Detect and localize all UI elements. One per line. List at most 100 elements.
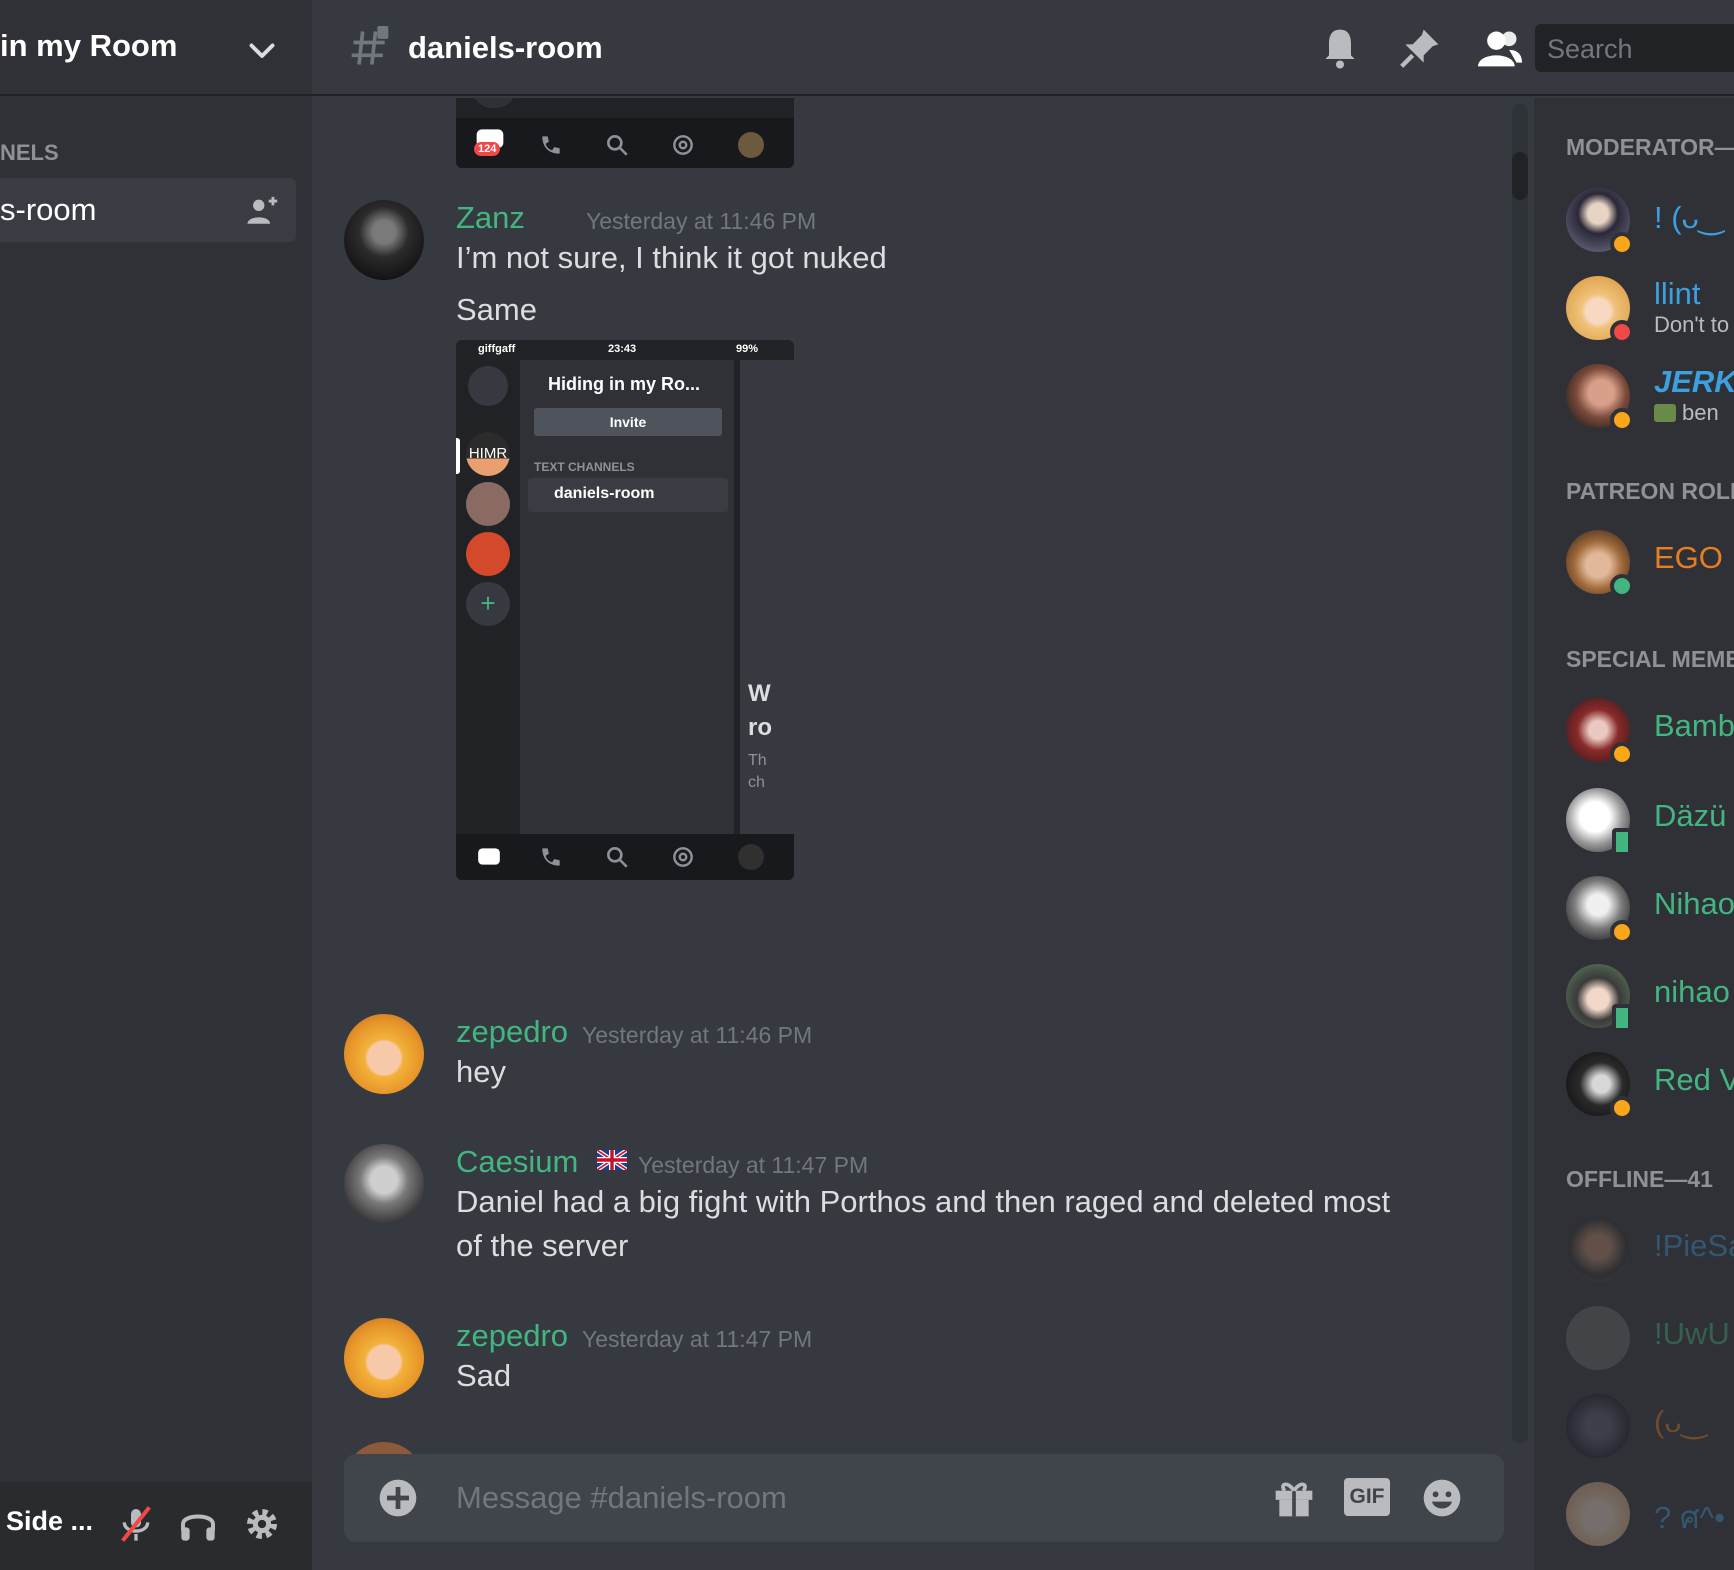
member-item[interactable]: Red V [1566,1052,1734,1120]
member-name: llint [1654,276,1701,311]
server-name: in my Room [0,28,178,63]
settings-gear-icon[interactable] [242,1504,282,1544]
embedded-image-previous[interactable]: Za 124 [456,98,794,168]
member-name: JERK [1654,364,1734,399]
member-name: nihao [1654,974,1730,1009]
idle-status-icon [1610,920,1634,944]
embedded-avatar-remnant [472,98,516,108]
server-icon-himr: HIMR [466,432,510,476]
emoji-icon[interactable] [1420,1476,1464,1520]
avatar-zepedro[interactable] [344,1014,424,1094]
embedded-text-channels-label: TEXT CHANNELS [534,460,635,474]
member-item-offline[interactable]: (ᴗ‿ [1566,1394,1734,1458]
gift-icon[interactable] [1272,1476,1316,1520]
member-name: Red V [1654,1062,1734,1097]
chat-scrollbar[interactable] [1512,104,1528,1444]
pin-icon[interactable] [1398,26,1442,70]
mobile-status-icon [1612,828,1632,856]
invite-user-icon[interactable] [246,194,280,228]
selected-server-pill [456,438,460,474]
channel-sidebar: in my Room NELS s-room Side ... [0,0,312,1570]
embedded-partial-text: ch [748,774,765,791]
bell-icon[interactable] [1318,26,1362,70]
chat-scrollbar-thumb[interactable] [1512,152,1528,200]
server-icon [466,482,510,526]
avatar-caesium[interactable] [344,1144,424,1224]
avatar-zepedro[interactable] [344,1318,424,1398]
idle-status-icon [1610,742,1634,766]
idle-status-icon [1610,408,1634,432]
channel-category-label[interactable]: NELS [0,140,59,166]
member-item[interactable]: Bamb [1566,698,1734,766]
embedded-server-title: Hiding in my Ro... [548,374,700,394]
phone-icon [542,848,560,866]
server-rail: HIMR + [456,360,520,834]
channel-item-daniels-room[interactable]: s-room [0,178,296,242]
message-timestamp: Yesterday at 11:47 PM [582,1326,813,1352]
member-custom-status-text: ben [1682,400,1719,425]
member-name: Däzü [1654,798,1727,833]
mention-icon [673,135,693,155]
member-name: EGO [1654,540,1723,575]
member-item-offline[interactable]: !PieSa [1566,1218,1734,1282]
message-author[interactable]: zepedro [456,1014,568,1050]
dm-icon [468,366,508,406]
add-attachment-icon[interactable] [376,1476,420,1520]
embedded-channel-name: daniels-room [554,485,655,502]
message-author[interactable]: zepedro [456,1318,568,1354]
server-header[interactable]: in my Room [0,0,312,96]
headphones-icon[interactable] [178,1504,218,1544]
custom-status-emoji-icon [1654,404,1676,422]
member-name: ? ศ^• [1654,1500,1725,1535]
member-item-offline[interactable]: !UwU [1566,1306,1734,1370]
member-section-title: PATREON ROLE [1566,478,1734,504]
member-item[interactable]: nihao [1566,964,1734,1032]
message-author[interactable]: Caesium [456,1144,578,1179]
message-group-zepedro: zepedro Yesterday at 11:47 PM Sad [312,1318,1512,1408]
search-placeholder: Search [1547,34,1633,64]
message-timestamp: Yesterday at 11:47 PM [638,1152,869,1178]
phone-status-bar: giffgaff 23:43 99% [456,340,794,360]
member-avatar [1566,1482,1630,1546]
chevron-down-icon[interactable] [244,32,280,68]
member-item[interactable]: Däzü [1566,788,1734,856]
member-item[interactable]: Nihao [1566,876,1734,944]
channel-item-label: s-room [0,192,97,227]
embedded-channel-item: daniels-room [528,478,728,512]
member-avatar [1566,1218,1630,1282]
carrier-text: giffgaff [478,343,516,355]
member-item-offline[interactable]: ? ศ^• [1566,1482,1734,1546]
mic-muted-icon[interactable] [116,1504,156,1544]
message-author-with-flag[interactable]: Caesium [456,1144,627,1180]
member-item[interactable]: llint Don't to [1566,276,1734,344]
embedded-image-screenshot[interactable]: giffgaff 23:43 99% HIMR + Hiding in my R… [456,340,794,880]
notification-badge: 124 [474,142,501,156]
idle-status-icon [1610,1096,1634,1120]
gif-button[interactable]: GIF [1344,1478,1390,1516]
message-text: Same [456,292,537,327]
member-item[interactable]: JERK ben [1566,364,1734,432]
mention-icon [673,847,693,867]
user-panel-name[interactable]: Side ... [6,1506,93,1537]
message-input-placeholder[interactable]: Message #daniels-room [456,1480,787,1516]
member-item[interactable]: EGO [1566,530,1734,598]
embedded-chat-edge: W ro Th ch [740,360,794,834]
search-icon [607,135,628,156]
search-input[interactable]: Search [1535,24,1734,72]
member-item[interactable]: ! (ᴗ‿ [1566,188,1734,256]
clock-text: 23:43 [608,343,637,355]
member-list-icon[interactable] [1478,26,1522,70]
member-custom-status: ben [1654,400,1719,426]
embedded-tab-bar [456,834,794,880]
profile-avatar-icon [738,132,764,158]
message-timestamp: Yesterday at 11:46 PM [586,208,817,234]
dnd-status-icon [1610,320,1634,344]
message-text: Daniel had a big fight with Porthos and … [456,1184,1391,1263]
avatar-zanz[interactable] [344,200,424,280]
message-composer[interactable]: Message #daniels-room GIF [344,1454,1504,1542]
member-name: !UwU [1654,1316,1730,1351]
message-group-zanz: Zanz Yesterday at 11:46 PM I’m not sure,… [312,200,1512,880]
online-status-icon [1610,574,1634,598]
member-custom-status: Don't to [1654,312,1730,337]
message-author[interactable]: Zanz [456,200,525,236]
